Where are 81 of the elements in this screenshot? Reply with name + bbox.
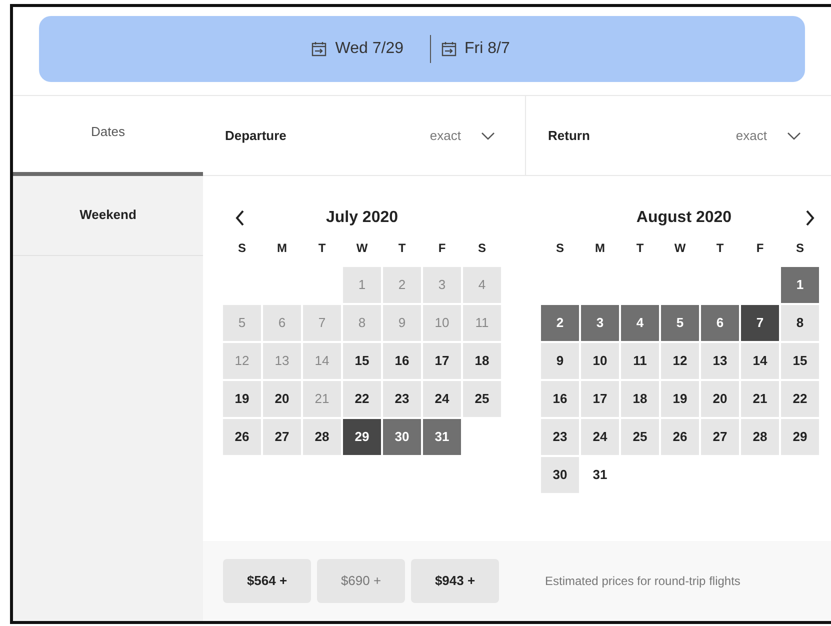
weekday-label: T (397, 240, 407, 257)
day-cell[interactable]: 26 (223, 419, 261, 455)
weekday-label: W (355, 240, 369, 257)
day-cell[interactable]: 19 (223, 381, 261, 417)
weekday-label: F (437, 240, 447, 257)
day-cell[interactable]: 22 (343, 381, 381, 417)
day-cell[interactable]: 2 (541, 305, 579, 341)
month-title: August 2020 (635, 208, 733, 228)
day-cell[interactable]: 26 (661, 419, 699, 455)
day-cell[interactable]: 14 (741, 343, 779, 379)
day-cell[interactable]: 9 (541, 343, 579, 379)
calendar-icon (311, 41, 328, 57)
day-cell[interactable]: 28 (303, 419, 341, 455)
day-cell[interactable]: 7 (741, 305, 779, 341)
day-cell[interactable]: 3 (581, 305, 619, 341)
chevron-down-icon (787, 132, 801, 140)
day-cell[interactable]: 25 (463, 381, 501, 417)
day-cell[interactable]: 4 (621, 305, 659, 341)
day-cell[interactable]: 15 (781, 343, 819, 379)
day-cell[interactable]: 13 (701, 343, 739, 379)
weekday-label: M (276, 240, 288, 257)
month-title: July 2020 (324, 208, 400, 228)
price-button[interactable]: $690 + (317, 559, 405, 603)
day-cell[interactable]: 30 (383, 419, 421, 455)
day-cell[interactable]: 19 (661, 381, 699, 417)
day-cell[interactable]: 31 (423, 419, 461, 455)
previous-month-icon[interactable] (235, 210, 245, 226)
day-cell[interactable]: 24 (423, 381, 461, 417)
day-cell[interactable]: 18 (621, 381, 659, 417)
weekday-label: S (236, 240, 247, 257)
day-cell[interactable]: 5 (661, 305, 699, 341)
date-bar[interactable]: Wed 7/29 Fri 8/7 (39, 16, 805, 82)
day-cell[interactable]: 10 (581, 343, 619, 379)
day-cell[interactable]: 18 (463, 343, 501, 379)
weekday-label: F (755, 240, 765, 257)
sidebar-tab[interactable]: Dates (13, 96, 203, 176)
weekday-label: T (317, 240, 327, 257)
match-dropdown[interactable]: exact (430, 126, 495, 146)
weekday-label: M (594, 240, 606, 257)
day-cell[interactable]: 8 (781, 305, 819, 341)
filter-label: Departure (225, 126, 286, 145)
day-cell[interactable]: 29 (343, 419, 381, 455)
filter-label: Return (548, 126, 590, 145)
day-cell[interactable]: 29 (781, 419, 819, 455)
weekday-label: T (715, 240, 725, 257)
chevron-down-icon (481, 132, 495, 140)
day-cell[interactable]: 6 (701, 305, 739, 341)
weekday-label: S (794, 240, 805, 257)
day-cell[interactable]: 23 (383, 381, 421, 417)
day-cell[interactable]: 20 (263, 381, 301, 417)
day-cell[interactable]: 25 (621, 419, 659, 455)
day-cell[interactable]: 11 (621, 343, 659, 379)
day-cell[interactable]: 1 (781, 267, 819, 303)
day-cell[interactable]: 27 (701, 419, 739, 455)
price-button[interactable]: $564 + (223, 559, 311, 603)
day-cell[interactable]: 12 (661, 343, 699, 379)
day-cell[interactable]: 31 (581, 457, 619, 493)
calendar-icon (440, 41, 456, 57)
weekday-label: S (554, 240, 565, 257)
day-cell[interactable]: 16 (541, 381, 579, 417)
weekday-label: T (635, 240, 645, 257)
next-month-icon[interactable] (805, 210, 815, 226)
day-cell[interactable]: 17 (581, 381, 619, 417)
day-cell[interactable]: 27 (263, 419, 301, 455)
day-cell[interactable]: 28 (741, 419, 779, 455)
day-cell[interactable]: 16 (383, 343, 421, 379)
return-date: Fri 8/7 (464, 39, 510, 59)
day-cell[interactable]: 24 (581, 419, 619, 455)
weekday-label: S (476, 240, 487, 257)
day-cell[interactable]: 21 (741, 381, 779, 417)
day-cell[interactable]: 17 (423, 343, 461, 379)
day-cell[interactable]: 23 (541, 419, 579, 455)
day-cell[interactable]: 20 (701, 381, 739, 417)
match-dropdown[interactable]: exact (736, 126, 801, 146)
price-note: Estimated prices for round-trip flights (545, 573, 740, 590)
day-cell[interactable]: 30 (541, 457, 579, 493)
day-cell[interactable]: 22 (781, 381, 819, 417)
price-button[interactable]: $943 + (411, 559, 499, 603)
departure-date: Wed 7/29 (335, 39, 404, 59)
weekday-label: W (673, 240, 687, 257)
day-cell[interactable]: 15 (343, 343, 381, 379)
